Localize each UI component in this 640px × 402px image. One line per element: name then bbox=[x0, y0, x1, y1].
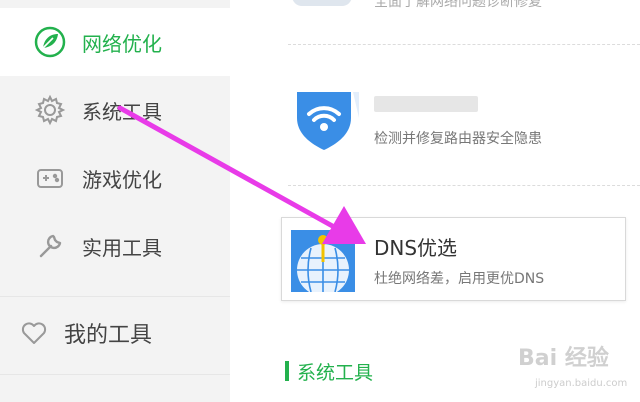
my-tools-item[interactable]: 我的工具 bbox=[0, 296, 230, 369]
divider bbox=[288, 44, 640, 45]
my-tools-label: 我的工具 bbox=[64, 323, 153, 348]
dns-item-desc: 杜绝网络差，启用更优DNS bbox=[374, 271, 545, 287]
gear-icon bbox=[34, 94, 66, 126]
gamepad-icon bbox=[34, 162, 66, 194]
wrench-icon bbox=[34, 230, 66, 262]
sidebar-item-label: 网络优化 bbox=[82, 31, 162, 56]
dns-globe-icon bbox=[291, 230, 355, 296]
network-leaf-icon bbox=[34, 26, 66, 58]
top-item-icon bbox=[292, 0, 352, 6]
sidebar-item-network-optimize[interactable]: 网络优化 bbox=[0, 8, 230, 76]
sidebar-item-label: 游戏优化 bbox=[82, 167, 162, 192]
divider bbox=[288, 185, 640, 186]
watermark: Bai 经验 bbox=[518, 346, 609, 371]
watermark-url: jingyan.baidu.com bbox=[535, 378, 628, 389]
wifi-shield-icon bbox=[293, 88, 359, 152]
sidebar-item-label: 系统工具 bbox=[82, 99, 162, 124]
dns-item-title: DNS优选 bbox=[374, 236, 458, 260]
sidebar: 网络优化 系统工具 游戏优化 实用工具 我的工具 bbox=[0, 0, 230, 402]
section-accent-bar bbox=[285, 361, 289, 381]
sidebar-item-game-optimize[interactable]: 游戏优化 bbox=[0, 144, 230, 212]
router-item-title-blurred bbox=[374, 96, 478, 112]
router-item-desc: 检测并修复路由器安全隐患 bbox=[374, 131, 542, 147]
sidebar-item-system-tools[interactable]: 系统工具 bbox=[0, 76, 230, 144]
top-item-desc: 全面了解网络问题诊断修复 bbox=[374, 0, 542, 10]
sidebar-item-label: 实用工具 bbox=[82, 235, 162, 260]
sidebar-divider bbox=[0, 374, 230, 375]
sidebar-item-utility-tools[interactable]: 实用工具 bbox=[0, 212, 230, 280]
heart-icon bbox=[20, 319, 48, 347]
section-title: 系统工具 bbox=[297, 362, 374, 384]
